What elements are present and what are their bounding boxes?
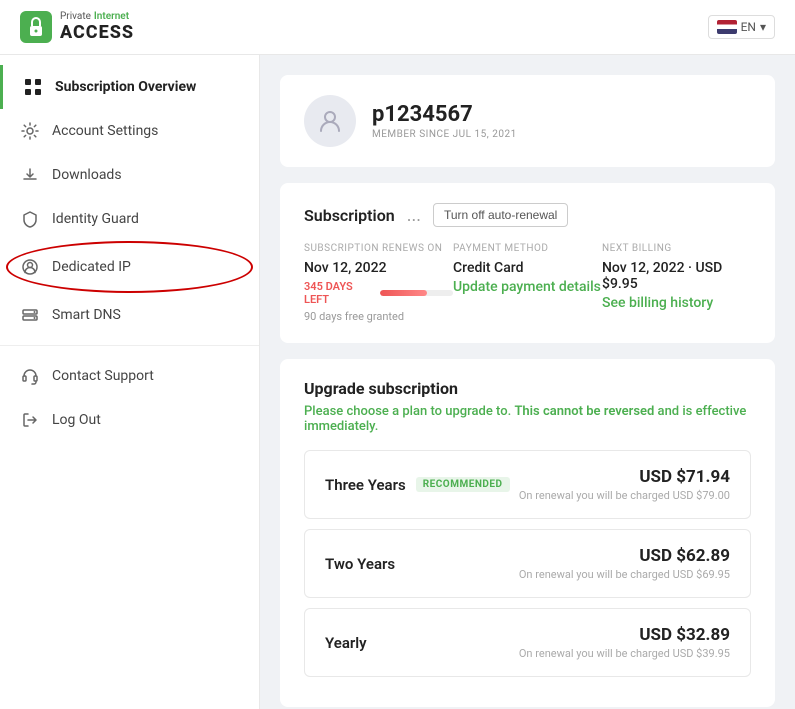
plan-renewal-three-years: On renewal you will be charged USD $79.0… <box>519 489 730 502</box>
plan-two-years[interactable]: Two Years USD $62.89 On renewal you will… <box>304 529 751 598</box>
days-left-row: 345 DAYS LEFT <box>304 280 453 306</box>
plan-name-two-years: Two Years <box>325 555 395 573</box>
profile-card: p1234567 MEMBER SINCE JUL 15, 2021 <box>280 75 775 167</box>
logo-access: ACCESS <box>60 22 134 43</box>
grid-icon <box>23 77 43 97</box>
app-header: Private Internet ACCESS EN ▾ <box>0 0 795 55</box>
plan-three-years[interactable]: Three Years RECOMMENDED USD $71.94 On re… <box>304 450 751 519</box>
sidebar-label-contact-support: Contact Support <box>52 368 154 384</box>
logo-internet: Internet <box>94 11 129 22</box>
sidebar-label-account-settings: Account Settings <box>52 123 158 139</box>
plan-right-two-years: USD $62.89 On renewal you will be charge… <box>519 546 730 581</box>
upgrade-title: Upgrade subscription <box>304 379 751 398</box>
logo: Private Internet ACCESS <box>20 11 134 43</box>
username: p1234567 <box>372 102 517 127</box>
sidebar-label-downloads: Downloads <box>52 167 122 183</box>
plan-price-two-years: USD $62.89 <box>519 546 730 566</box>
sidebar-item-log-out[interactable]: Log Out <box>0 398 259 442</box>
plan-yearly[interactable]: Yearly USD $32.89 On renewal you will be… <box>304 608 751 677</box>
logo-icon <box>20 11 52 43</box>
main-layout: Subscription Overview Account Settings D… <box>0 55 795 709</box>
progress-bar-fill <box>380 290 428 296</box>
payment-method: Credit Card <box>453 260 602 276</box>
member-since: MEMBER SINCE JUL 15, 2021 <box>372 129 517 140</box>
logout-icon <box>20 410 40 430</box>
sidebar-label-identity-guard: Identity Guard <box>52 211 139 227</box>
sidebar-item-downloads[interactable]: Downloads <box>0 153 259 197</box>
next-billing-value: Nov 12, 2022 · USD $9.95 <box>602 260 751 292</box>
profile-info: p1234567 MEMBER SINCE JUL 15, 2021 <box>372 102 517 140</box>
days-left-text: 345 DAYS LEFT <box>304 280 374 306</box>
flag-icon <box>717 20 737 34</box>
plan-left-two-years: Two Years <box>325 555 395 573</box>
sidebar-item-dedicated-ip[interactable]: Dedicated IP <box>10 245 249 289</box>
sidebar-label-log-out: Log Out <box>52 412 101 428</box>
plan-left-yearly: Yearly <box>325 634 367 652</box>
plan-name-yearly: Yearly <box>325 634 367 652</box>
sidebar-divider <box>0 345 259 346</box>
billing-col: NEXT BILLING Nov 12, 2022 · USD $9.95 Se… <box>602 243 751 323</box>
subscription-dots[interactable]: ... <box>407 205 421 226</box>
upgrade-description: Please choose a plan to upgrade to. This… <box>304 404 751 434</box>
renews-label: SUBSCRIPTION RENEWS ON <box>304 243 453 254</box>
sidebar: Subscription Overview Account Settings D… <box>0 55 260 709</box>
free-granted: 90 days free granted <box>304 310 453 323</box>
person-circle-icon <box>20 257 40 277</box>
payment-col: PAYMENT METHOD Credit Card Update paymen… <box>453 243 602 323</box>
logo-text: Private Internet ACCESS <box>60 11 134 43</box>
update-payment-link[interactable]: Update payment details <box>453 279 601 295</box>
headset-icon <box>20 366 40 386</box>
logo-private: Private <box>60 11 91 22</box>
subscription-card: Subscription ... Turn off auto-renewal S… <box>280 183 775 343</box>
progress-bar <box>380 290 453 296</box>
subscription-header: Subscription ... Turn off auto-renewal <box>304 203 751 227</box>
upgrade-desc-highlight: This cannot be reversed <box>514 404 654 419</box>
avatar <box>304 95 356 147</box>
sidebar-item-smart-dns[interactable]: Smart DNS <box>0 293 259 337</box>
download-icon <box>20 165 40 185</box>
payment-label: PAYMENT METHOD <box>453 243 602 254</box>
sidebar-label-subscription-overview: Subscription Overview <box>55 79 196 95</box>
plan-right-yearly: USD $32.89 On renewal you will be charge… <box>519 625 730 660</box>
sidebar-label-dedicated-ip: Dedicated IP <box>52 259 131 275</box>
sidebar-item-identity-guard[interactable]: Identity Guard <box>0 197 259 241</box>
plan-renewal-two-years: On renewal you will be charged USD $69.9… <box>519 568 730 581</box>
upgrade-desc-prefix: Please choose a plan to upgrade to. <box>304 404 514 419</box>
plan-renewal-yearly: On renewal you will be charged USD $39.9… <box>519 647 730 660</box>
subscription-title: Subscription <box>304 206 395 225</box>
upgrade-section: Upgrade subscription Please choose a pla… <box>280 359 775 707</box>
dns-icon <box>20 305 40 325</box>
recommended-badge: RECOMMENDED <box>416 477 510 492</box>
plan-right-three-years: USD $71.94 On renewal you will be charge… <box>519 467 730 502</box>
sidebar-item-subscription-overview[interactable]: Subscription Overview <box>0 65 259 109</box>
sidebar-item-contact-support[interactable]: Contact Support <box>0 354 259 398</box>
see-billing-history-link[interactable]: See billing history <box>602 295 713 311</box>
gear-icon <box>20 121 40 141</box>
plan-price-three-years: USD $71.94 <box>519 467 730 487</box>
chevron-down-icon: ▾ <box>760 20 766 34</box>
sidebar-item-account-settings[interactable]: Account Settings <box>0 109 259 153</box>
plan-left-three-years: Three Years RECOMMENDED <box>325 476 510 494</box>
turn-off-autorenewal-button[interactable]: Turn off auto-renewal <box>433 203 568 227</box>
renews-col: SUBSCRIPTION RENEWS ON Nov 12, 2022 345 … <box>304 243 453 323</box>
main-content: p1234567 MEMBER SINCE JUL 15, 2021 Subsc… <box>260 55 795 709</box>
next-billing-label: NEXT BILLING <box>602 243 751 254</box>
plan-price-yearly: USD $32.89 <box>519 625 730 645</box>
plan-name-three-years: Three Years <box>325 476 406 494</box>
shield-icon <box>20 209 40 229</box>
sidebar-label-smart-dns: Smart DNS <box>52 307 121 323</box>
renews-date: Nov 12, 2022 <box>304 260 453 276</box>
language-selector[interactable]: EN ▾ <box>708 15 775 39</box>
subscription-grid: SUBSCRIPTION RENEWS ON Nov 12, 2022 345 … <box>304 243 751 323</box>
lang-code: EN <box>741 20 756 34</box>
